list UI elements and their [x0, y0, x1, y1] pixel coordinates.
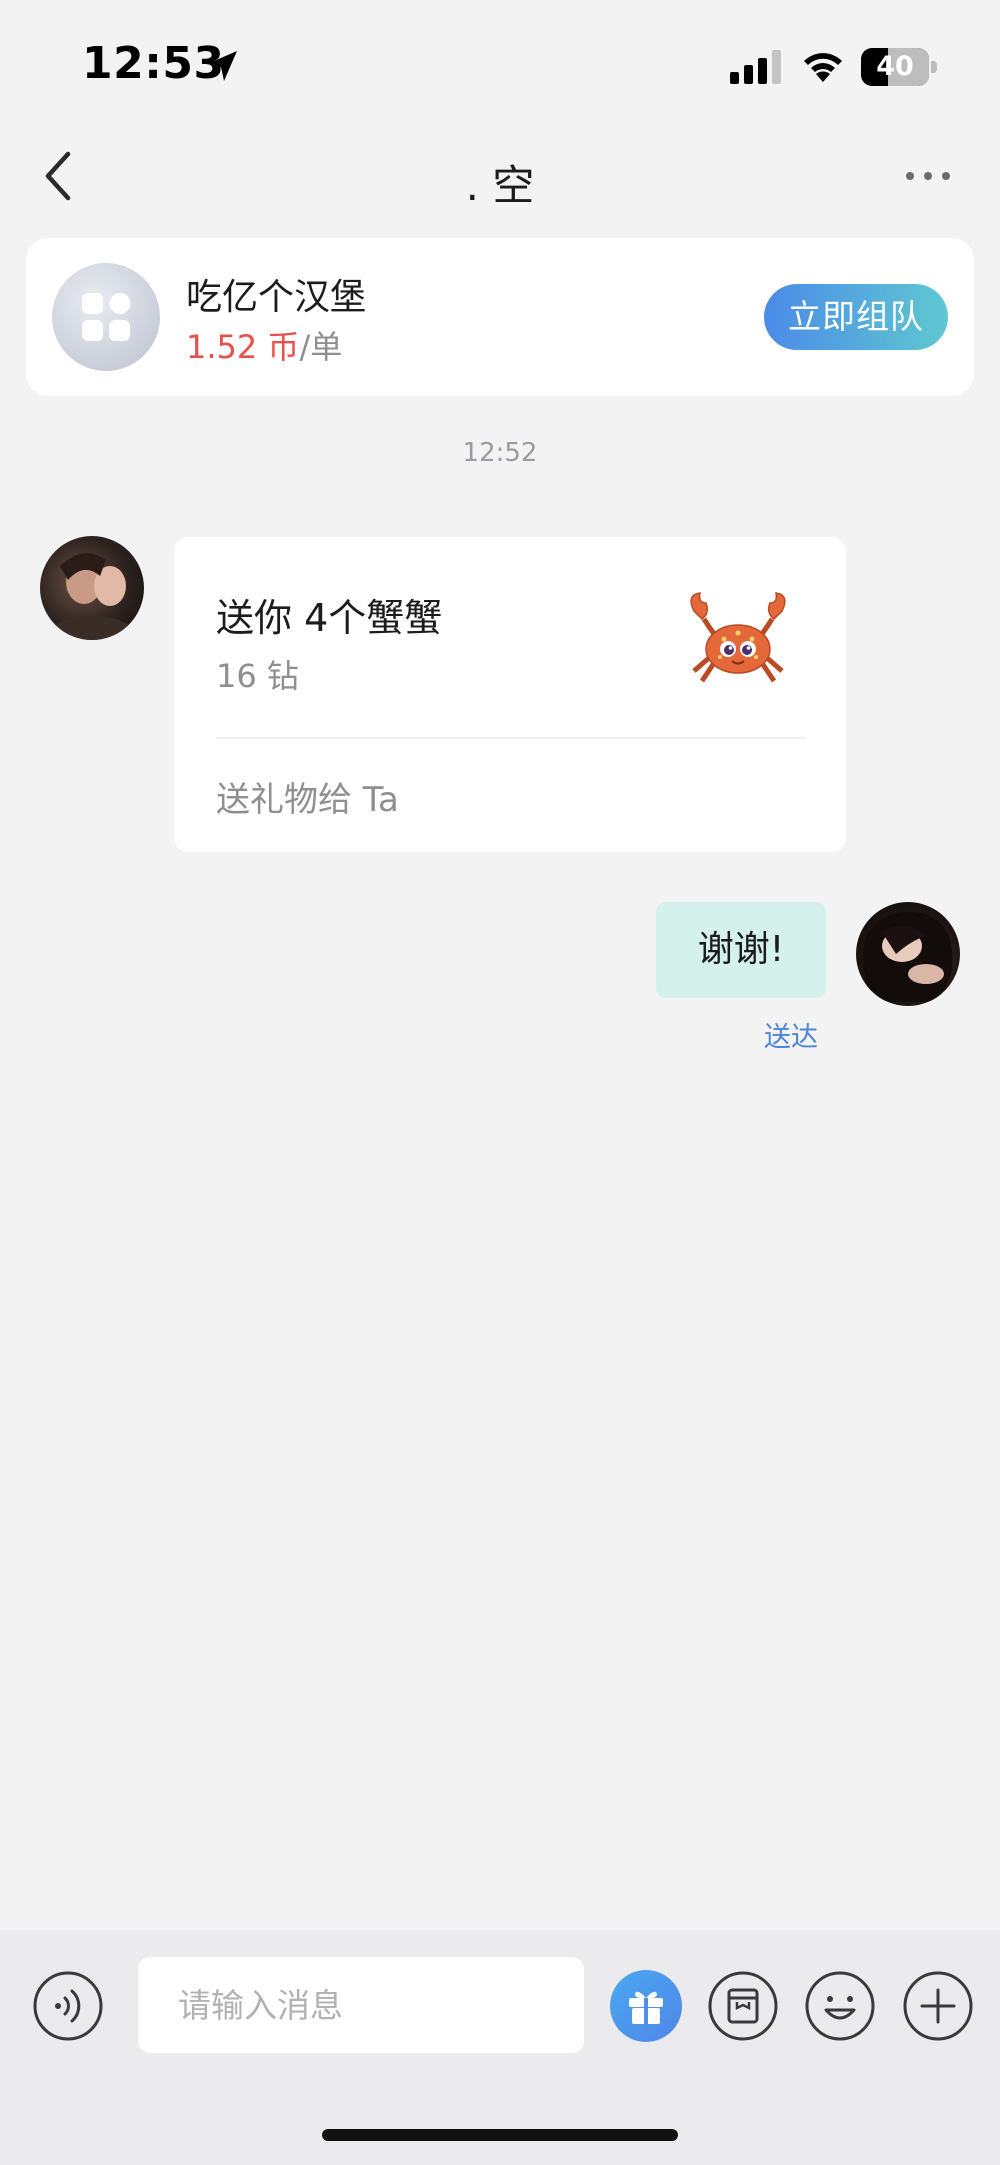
status-bar: 12:53 40 — [0, 0, 1000, 120]
location-arrow-icon — [207, 51, 237, 81]
price-value: 1.52 币 — [186, 328, 300, 366]
game-card[interactable]: 吃亿个汉堡 1.52 币/单 立即组队 — [26, 238, 974, 396]
nav-bar: . 空 — [0, 130, 1000, 222]
my-avatar[interactable] — [856, 902, 960, 1006]
crab-icon — [690, 592, 786, 683]
gift-button[interactable] — [610, 1970, 682, 2042]
delivery-status: 送达 — [764, 1022, 818, 1053]
plus-icon[interactable] — [902, 1970, 974, 2042]
game-avatar — [52, 263, 160, 371]
battery-level: 40 — [876, 51, 914, 82]
sender-avatar[interactable] — [40, 536, 144, 640]
chat-screen: 12:53 40 . 空 吃亿个汉堡 1.52 币/单 立即组队 12:52 送… — [0, 0, 1000, 2165]
gift-title: 送你 4个蟹蟹 — [216, 596, 443, 640]
home-indicator[interactable] — [322, 2129, 678, 2141]
wifi-icon — [804, 53, 842, 82]
app-grid-icon — [82, 293, 131, 341]
game-price: 1.52 币/单 — [186, 322, 342, 368]
more-dots-icon[interactable] — [900, 152, 956, 200]
gift-cost: 16 钻 — [216, 657, 299, 695]
message-input[interactable] — [138, 1957, 584, 2053]
send-gift-link[interactable]: 送礼物给 Ta — [216, 772, 399, 821]
gift-divider — [216, 737, 806, 739]
chat-title: . 空 — [465, 161, 535, 210]
outgoing-message-bubble[interactable]: 谢谢! — [656, 902, 826, 998]
chat-timestamp: 12:52 — [462, 438, 538, 468]
signal-icon — [730, 50, 781, 84]
battery-icon: 40 — [861, 48, 937, 86]
emoji-icon[interactable] — [804, 1970, 876, 2042]
game-name: 吃亿个汉堡 — [186, 277, 367, 318]
gift-icon — [629, 1991, 663, 2024]
team-up-button[interactable]: 立即组队 — [764, 284, 948, 350]
voice-icon[interactable] — [32, 1970, 104, 2042]
gift-message-card[interactable]: 送你 4个蟹蟹 16 钻 送礼物给 Ta — [174, 537, 846, 852]
bag-icon[interactable] — [707, 1970, 779, 2042]
price-unit: /单 — [299, 328, 343, 366]
